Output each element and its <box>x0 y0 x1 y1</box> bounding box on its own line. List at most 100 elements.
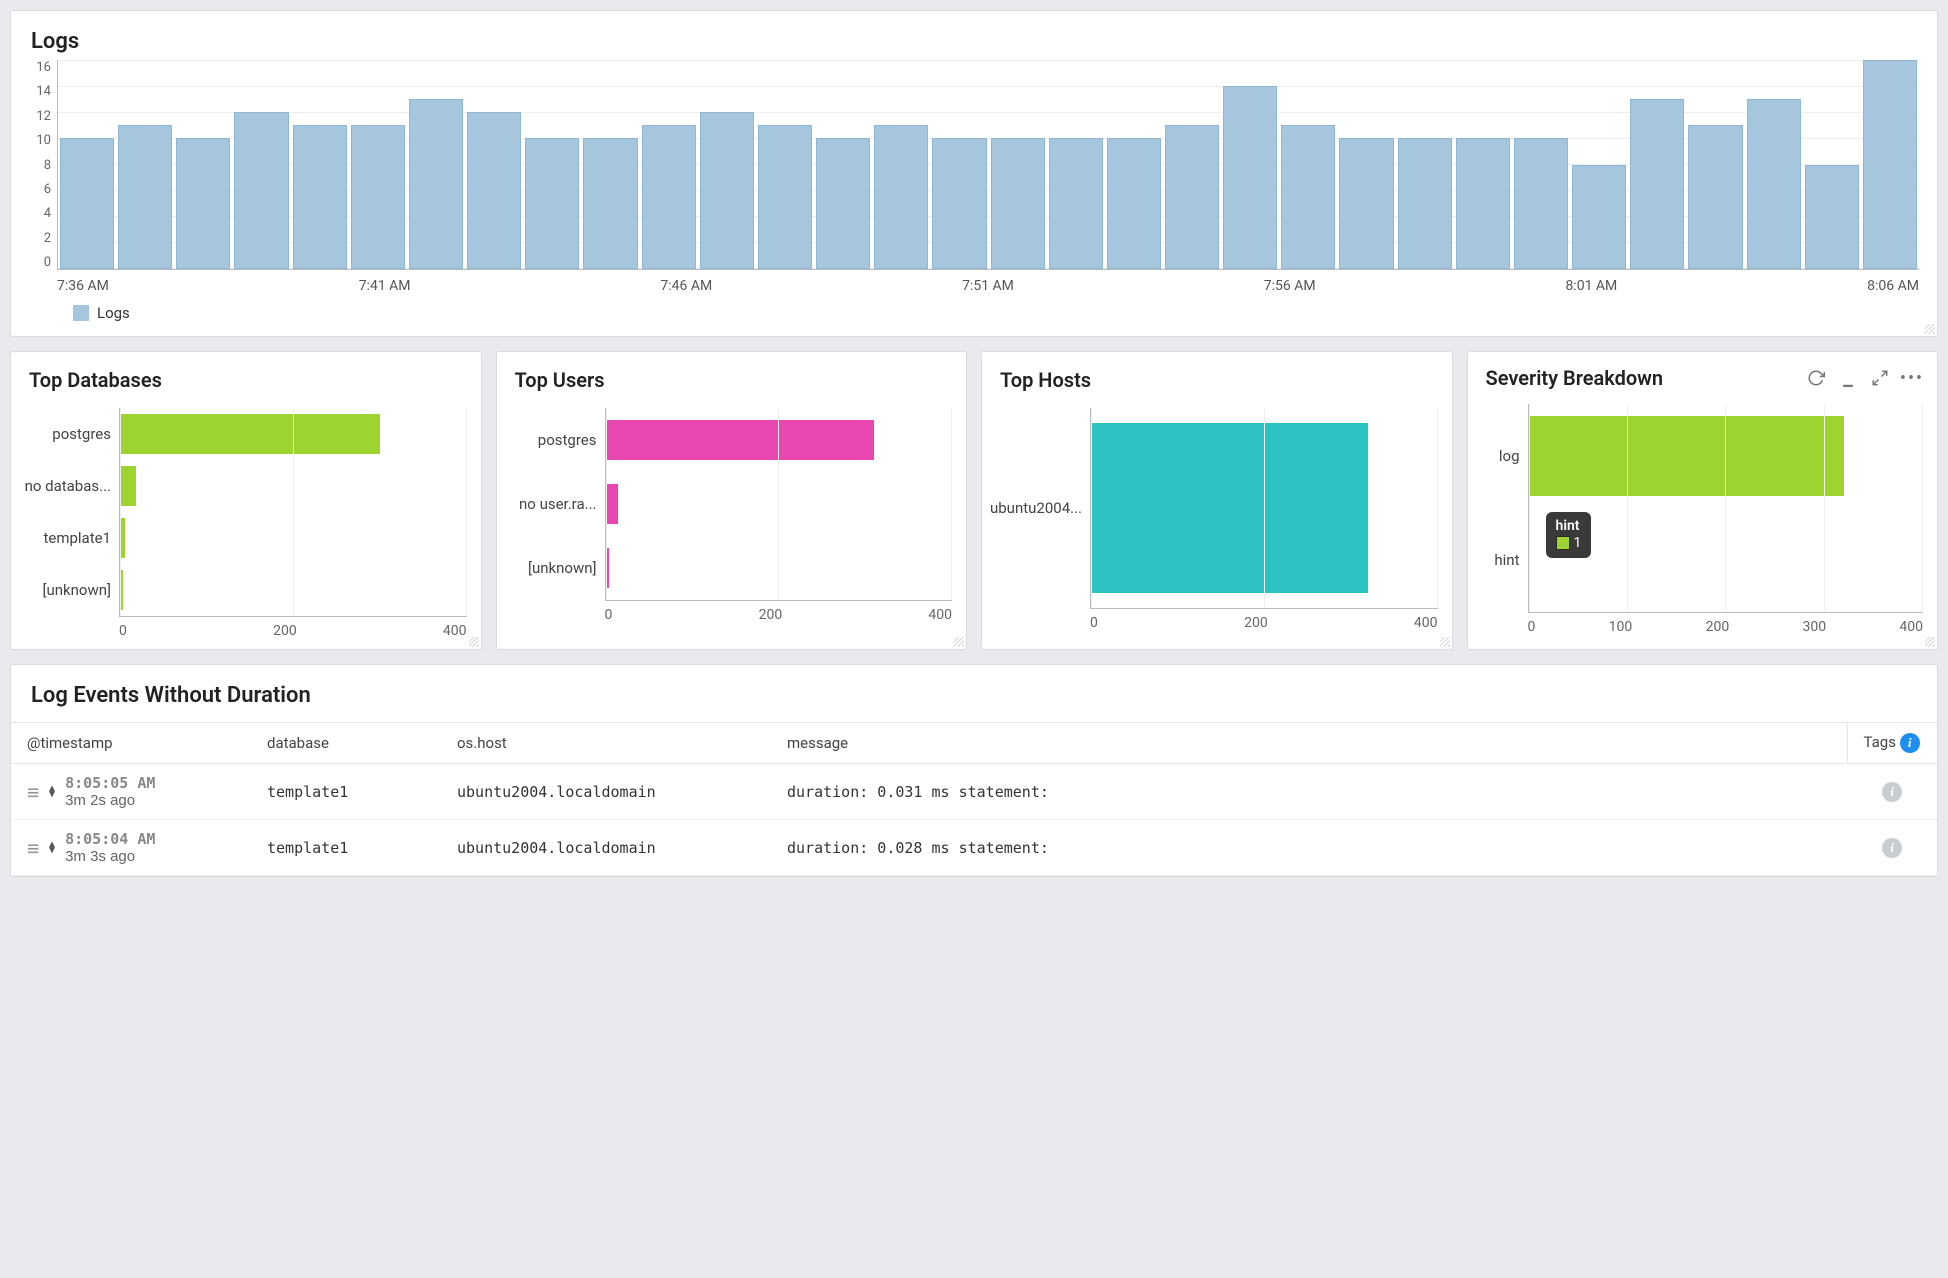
logs-legend-swatch <box>73 305 89 321</box>
hbar[interactable] <box>606 548 609 588</box>
hbar[interactable] <box>120 414 380 454</box>
logs-bar[interactable] <box>1281 125 1335 269</box>
logs-y-axis: 1614121086420 <box>17 60 57 270</box>
logs-bar[interactable] <box>60 138 114 269</box>
row-message: duration: 0.028 ms statement: <box>771 820 1847 876</box>
tooltip-swatch <box>1556 536 1570 550</box>
logs-bar[interactable] <box>1456 138 1510 269</box>
x-tick: 300 <box>1802 619 1826 635</box>
logs-bar[interactable] <box>816 138 870 269</box>
refresh-icon[interactable] <box>1805 367 1827 389</box>
logs-bar[interactable] <box>176 138 230 269</box>
row-host: ubuntu2004.localdomain <box>441 764 771 820</box>
logs-bar[interactable] <box>1165 125 1219 269</box>
logs-bar[interactable] <box>932 138 986 269</box>
logs-bar[interactable] <box>467 112 521 269</box>
minimize-icon[interactable]: _ <box>1837 367 1859 389</box>
row-timestamp: 8:05:04 AM <box>65 830 155 848</box>
x-tick: 7:46 AM <box>660 278 712 294</box>
expand-icon[interactable] <box>1869 367 1891 389</box>
x-tick: 200 <box>1244 615 1268 631</box>
logs-timeline-chart[interactable]: 1614121086420 <box>17 60 1919 270</box>
logs-panel: Logs 1614121086420 7:36 AM7:41 AM7:46 AM… <box>10 10 1938 337</box>
x-tick: 0 <box>605 607 613 623</box>
hbar[interactable] <box>120 518 125 558</box>
col-message[interactable]: message <box>771 723 1847 764</box>
top-hosts-chart[interactable]: ubuntu2004... <box>982 402 1452 608</box>
col-database[interactable]: database <box>251 723 441 764</box>
logs-bar[interactable] <box>351 125 405 269</box>
logs-bar[interactable] <box>1339 138 1393 269</box>
drag-handle-icon[interactable]: ≡ <box>27 836 39 860</box>
logs-bar[interactable] <box>234 112 288 269</box>
logs-plot <box>57 60 1919 270</box>
resize-handle[interactable] <box>1925 637 1935 647</box>
expand-row-icon[interactable]: ▲▼ <box>49 842 55 854</box>
hbar[interactable] <box>606 420 875 460</box>
logs-bar[interactable] <box>1223 86 1277 269</box>
logs-bar[interactable] <box>700 112 754 269</box>
row-database: template1 <box>251 764 441 820</box>
table-row[interactable]: ≡▲▼8:05:05 AM3m 2s agotemplate1ubuntu200… <box>11 764 1937 820</box>
y-tick: 6 <box>44 182 51 197</box>
tags-info-icon[interactable]: i <box>1900 733 1920 753</box>
resize-handle[interactable] <box>1925 324 1935 334</box>
x-tick: 400 <box>1414 615 1438 631</box>
logs-bar[interactable] <box>1398 138 1452 269</box>
logs-panel-title: Logs <box>11 11 1937 60</box>
resize-handle[interactable] <box>1440 637 1450 647</box>
more-menu-icon[interactable]: ••• <box>1901 367 1923 389</box>
row-info-icon[interactable]: i <box>1882 838 1902 858</box>
col-host[interactable]: os.host <box>441 723 771 764</box>
top-users-title: Top Users <box>497 352 967 402</box>
logs-bar[interactable] <box>758 125 812 269</box>
hbar[interactable] <box>1091 423 1368 593</box>
y-tick: 4 <box>44 206 51 221</box>
category-label: postgres <box>497 408 605 472</box>
top-users-panel: Top Users postgresno user.ra...[unknown]… <box>496 351 968 650</box>
row-info-icon[interactable]: i <box>1882 782 1902 802</box>
resize-handle[interactable] <box>469 637 479 647</box>
x-tick: 400 <box>1899 619 1923 635</box>
logs-bar[interactable] <box>525 138 579 269</box>
hbar[interactable] <box>120 570 123 610</box>
logs-bar[interactable] <box>409 99 463 269</box>
hbar[interactable] <box>1529 520 1530 600</box>
logs-bar[interactable] <box>1572 165 1626 270</box>
logs-bar[interactable] <box>1863 60 1917 269</box>
drag-handle-icon[interactable]: ≡ <box>27 780 39 804</box>
logs-bar[interactable] <box>991 138 1045 269</box>
top-databases-panel: Top Databases postgresno databas...templ… <box>10 351 482 650</box>
hbar[interactable] <box>1529 416 1845 496</box>
category-label: no databas... <box>11 460 119 512</box>
col-timestamp[interactable]: @timestamp <box>11 723 251 764</box>
top-users-chart[interactable]: postgresno user.ra...[unknown] <box>497 402 967 600</box>
row-timestamp: 8:05:05 AM <box>65 774 155 792</box>
logs-bar[interactable] <box>118 125 172 269</box>
logs-bar[interactable] <box>293 125 347 269</box>
hbar[interactable] <box>120 466 136 506</box>
table-row[interactable]: ≡▲▼8:05:04 AM3m 3s agotemplate1ubuntu200… <box>11 820 1937 876</box>
top-databases-chart[interactable]: postgresno databas...template1[unknown] <box>11 402 481 616</box>
log-events-table: @timestamp database os.host message Tags… <box>11 722 1937 876</box>
logs-bar[interactable] <box>1805 165 1859 270</box>
logs-bar[interactable] <box>874 125 928 269</box>
logs-bar[interactable] <box>1688 125 1742 269</box>
logs-bar[interactable] <box>1514 138 1568 269</box>
resize-handle[interactable] <box>954 637 964 647</box>
hbar[interactable] <box>606 484 618 524</box>
logs-bar[interactable] <box>642 125 696 269</box>
logs-bar[interactable] <box>1747 99 1801 269</box>
logs-bar[interactable] <box>583 138 637 269</box>
row-host: ubuntu2004.localdomain <box>441 820 771 876</box>
col-tags[interactable]: Tags i <box>1847 723 1937 764</box>
logs-bar[interactable] <box>1049 138 1103 269</box>
severity-breakdown-chart[interactable]: loghint <box>1468 398 1938 612</box>
y-tick: 16 <box>36 60 51 75</box>
logs-bar[interactable] <box>1630 99 1684 269</box>
y-tick: 2 <box>44 231 51 246</box>
x-tick: 8:01 AM <box>1565 278 1617 294</box>
x-tick: 7:36 AM <box>57 278 109 294</box>
logs-bar[interactable] <box>1107 138 1161 269</box>
expand-row-icon[interactable]: ▲▼ <box>49 786 55 798</box>
